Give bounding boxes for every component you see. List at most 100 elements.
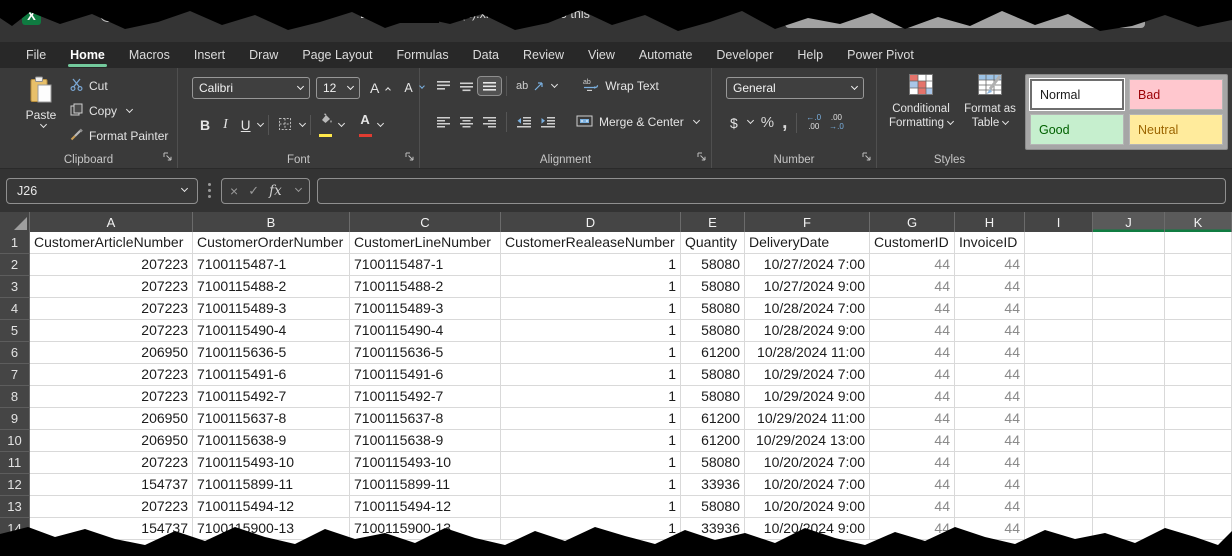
cell-H13[interactable]: 44 (955, 496, 1025, 518)
cell-J3[interactable] (1093, 276, 1165, 298)
cell-E2[interactable]: 58080 (681, 254, 745, 276)
tab-developer[interactable]: Developer (704, 42, 785, 68)
cell-G1[interactable]: CustomerID (870, 232, 955, 254)
cell-B8[interactable]: 7100115492-7 (193, 386, 350, 408)
column-header-K[interactable]: K (1165, 212, 1232, 232)
cell-B2[interactable]: 7100115487-1 (193, 254, 350, 276)
cell-H4[interactable]: 44 (955, 298, 1025, 320)
increase-decimal-button[interactable]: ←.0 .00 (802, 113, 825, 133)
fill-color-button[interactable] (316, 112, 335, 138)
merge-center-button[interactable]: Merge & Center (572, 113, 703, 132)
align-right-button[interactable] (478, 113, 501, 131)
column-header-H[interactable]: H (955, 212, 1025, 232)
cell-I1[interactable] (1025, 232, 1093, 254)
column-header-E[interactable]: E (681, 212, 745, 232)
cell-C9[interactable]: 7100115637-8 (350, 408, 501, 430)
cell-D1[interactable]: CustomerRealeaseNumber (501, 232, 681, 254)
cell-K6[interactable] (1165, 342, 1232, 364)
column-header-G[interactable]: G (870, 212, 955, 232)
tab-data[interactable]: Data (461, 42, 511, 68)
fx-chevron-icon[interactable] (295, 185, 302, 192)
increase-indent-button[interactable] (536, 113, 560, 131)
bold-button[interactable]: B (194, 117, 216, 133)
style-cell-good[interactable]: Good (1030, 114, 1124, 145)
cell-D7[interactable]: 1 (501, 364, 681, 386)
cell-D10[interactable]: 1 (501, 430, 681, 452)
cell-A7[interactable]: 207223 (30, 364, 193, 386)
cell-I9[interactable] (1025, 408, 1093, 430)
conditional-formatting-button[interactable]: Conditional Formatting (887, 74, 955, 131)
cell-D2[interactable]: 1 (501, 254, 681, 276)
cell-B11[interactable]: 7100115493-10 (193, 452, 350, 474)
cell-A12[interactable]: 154737 (30, 474, 193, 496)
cell-J8[interactable] (1093, 386, 1165, 408)
italic-button[interactable]: I (216, 117, 235, 133)
cell-J2[interactable] (1093, 254, 1165, 276)
cell-F3[interactable]: 10/27/2024 9:00 (745, 276, 870, 298)
cell-I4[interactable] (1025, 298, 1093, 320)
cell-G2[interactable]: 44 (870, 254, 955, 276)
cell-C2[interactable]: 7100115487-1 (350, 254, 501, 276)
tab-home[interactable]: Home (58, 42, 117, 68)
borders-button[interactable] (274, 115, 296, 136)
tab-view[interactable]: View (576, 42, 627, 68)
formula-bar-drag-dots-icon[interactable] (208, 189, 211, 192)
cell-C8[interactable]: 7100115492-7 (350, 386, 501, 408)
cell-A13[interactable]: 207223 (30, 496, 193, 518)
cell-K2[interactable] (1165, 254, 1232, 276)
accounting-format-button[interactable]: $ (726, 113, 757, 133)
number-dialog-launcher-icon[interactable] (862, 151, 872, 165)
row-header-2[interactable]: 2 (0, 254, 30, 276)
row-header-8[interactable]: 8 (0, 386, 30, 408)
cell-J13[interactable] (1093, 496, 1165, 518)
cell-I6[interactable] (1025, 342, 1093, 364)
cell-F5[interactable]: 10/28/2024 9:00 (745, 320, 870, 342)
cell-I13[interactable] (1025, 496, 1093, 518)
cell-G8[interactable]: 44 (870, 386, 955, 408)
cell-K8[interactable] (1165, 386, 1232, 408)
tab-file[interactable]: File (14, 42, 58, 68)
row-header-9[interactable]: 9 (0, 408, 30, 430)
cell-D8[interactable]: 1 (501, 386, 681, 408)
cell-G6[interactable]: 44 (870, 342, 955, 364)
number-format-select[interactable]: General (726, 77, 864, 99)
comma-style-button[interactable]: , (778, 116, 791, 130)
decrease-decimal-button[interactable]: .00 →.0 (825, 113, 848, 133)
fill-color-chevron-icon[interactable] (338, 119, 345, 126)
cell-I11[interactable] (1025, 452, 1093, 474)
font-color-button[interactable]: A (357, 112, 374, 138)
format-painter-button[interactable]: Format Painter (66, 126, 172, 146)
font-dialog-launcher-icon[interactable] (405, 151, 415, 165)
column-header-F[interactable]: F (745, 212, 870, 232)
cell-E10[interactable]: 61200 (681, 430, 745, 452)
cell-I7[interactable] (1025, 364, 1093, 386)
cell-C10[interactable]: 7100115638-9 (350, 430, 501, 452)
cell-G7[interactable]: 44 (870, 364, 955, 386)
borders-chevron-icon[interactable] (299, 119, 306, 126)
cell-D5[interactable]: 1 (501, 320, 681, 342)
cell-E13[interactable]: 58080 (681, 496, 745, 518)
cell-I3[interactable] (1025, 276, 1093, 298)
underline-button[interactable]: U (235, 118, 254, 133)
tab-page-layout[interactable]: Page Layout (290, 42, 384, 68)
cell-B5[interactable]: 7100115490-4 (193, 320, 350, 342)
cell-C13[interactable]: 7100115494-12 (350, 496, 501, 518)
row-header-10[interactable]: 10 (0, 430, 30, 452)
column-header-C[interactable]: C (350, 212, 501, 232)
cell-H6[interactable]: 44 (955, 342, 1025, 364)
style-cell-neutral[interactable]: Neutral (1129, 114, 1223, 145)
cell-J7[interactable] (1093, 364, 1165, 386)
cell-C1[interactable]: CustomerLineNumber (350, 232, 501, 254)
cell-E8[interactable]: 58080 (681, 386, 745, 408)
tab-draw[interactable]: Draw (237, 42, 290, 68)
row-header-1[interactable]: 1 (0, 232, 30, 254)
clipboard-dialog-launcher-icon[interactable] (163, 151, 173, 165)
tab-help[interactable]: Help (785, 42, 835, 68)
cell-E4[interactable]: 58080 (681, 298, 745, 320)
cell-G5[interactable]: 44 (870, 320, 955, 342)
cell-K12[interactable] (1165, 474, 1232, 496)
cell-G11[interactable]: 44 (870, 452, 955, 474)
row-header-11[interactable]: 11 (0, 452, 30, 474)
cell-A1[interactable]: CustomerArticleNumber (30, 232, 193, 254)
alignment-dialog-launcher-icon[interactable] (697, 151, 707, 165)
